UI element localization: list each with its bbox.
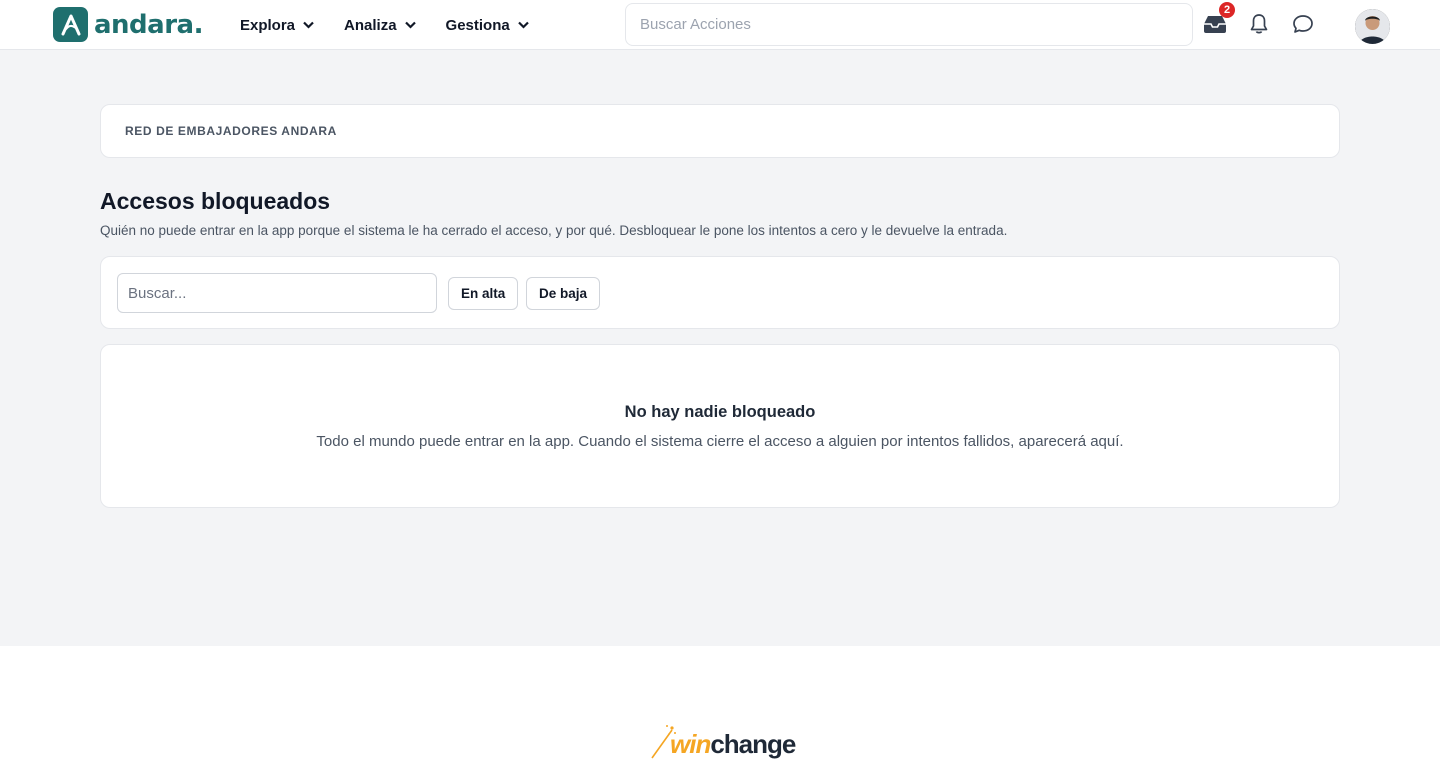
main-nav: Explora Analiza Gestiona [240,0,529,50]
nav-analiza[interactable]: Analiza [344,17,416,34]
messages-button[interactable] [1289,10,1317,38]
chevron-down-icon [303,21,314,29]
footer: win change [0,646,1440,780]
logo-part-change: change [710,729,796,759]
winchange-logo[interactable]: win change [650,720,796,760]
empty-state-card: No hay nadie bloqueado Todo el mundo pue… [100,344,1340,508]
logo-part-win: win [670,729,711,759]
nav-label: Gestiona [445,16,510,34]
page-subtitle: Quién no puede entrar en la app porque e… [100,223,1008,238]
filter-bar: En alta De baja [100,256,1340,329]
page-title: Accesos bloqueados [100,188,331,214]
search-input[interactable] [117,273,437,313]
inbox-button[interactable]: 2 [1201,2,1235,38]
bell-icon [1250,14,1268,34]
empty-state-title: No hay nadie bloqueado [624,403,816,421]
chevron-down-icon [517,21,529,29]
filter-de-baja-button[interactable]: De baja [526,277,601,310]
inbox-count-badge: 2 [1219,2,1235,18]
breadcrumb: RED DE EMBAJADORES ANDARA [100,104,1340,158]
andara-logo[interactable]: andara. [53,7,203,42]
search-actions-input[interactable] [625,3,1193,46]
nav-label: Explora [240,16,296,34]
empty-state-description: Todo el mundo puede entrar en la app. Cu… [316,433,1124,450]
notifications-button[interactable] [1245,10,1273,38]
filter-en-alta-button[interactable]: En alta [448,277,519,310]
breadcrumb-label: RED DE EMBAJADORES ANDARA [125,124,337,138]
chat-bubble-icon [1293,15,1313,33]
user-avatar[interactable] [1355,9,1390,44]
nav-gestiona[interactable]: Gestiona [446,17,529,34]
top-navigation-bar: andara. Explora Analiza Gestiona 2 [0,0,1440,50]
avatar-photo [1355,9,1390,44]
nav-explora[interactable]: Explora [240,17,314,34]
nav-label: Analiza [344,16,397,34]
andara-logo-icon [53,7,88,42]
logo-text: andara. [94,9,203,40]
chevron-down-icon [404,21,416,29]
